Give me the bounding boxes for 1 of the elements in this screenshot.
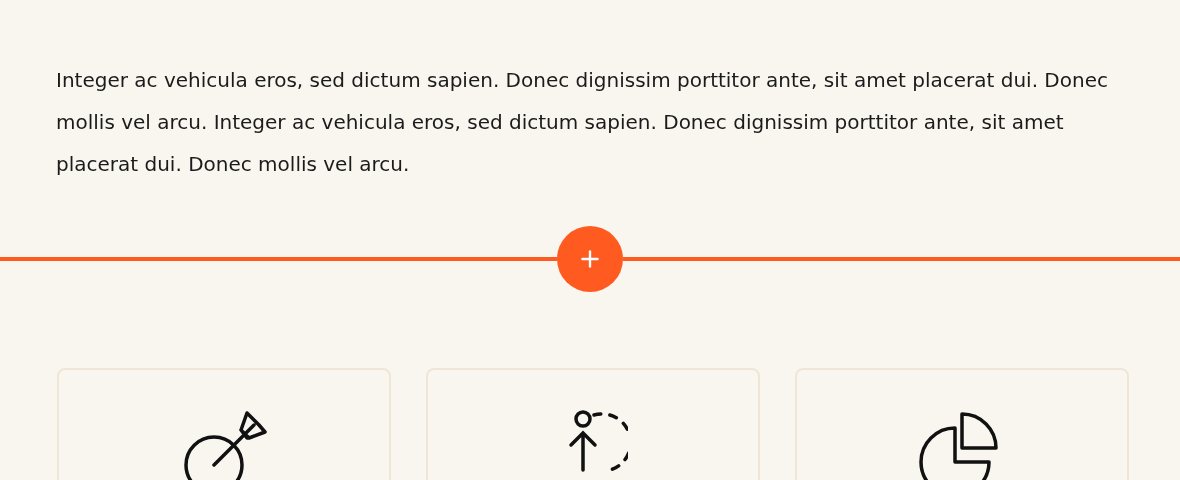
intro-paragraph: Integer ac vehicula eros, sed dictum sapien. Donec dignissim porttitor ante, sit amet placerat dui. Donec mollis vel arcu. Integer ac vehicula eros, sed dictum sapien. Donec dignissim porttitor ante, sit amet placerat dui. Donec mollis vel arcu. [55,67,1109,173]
